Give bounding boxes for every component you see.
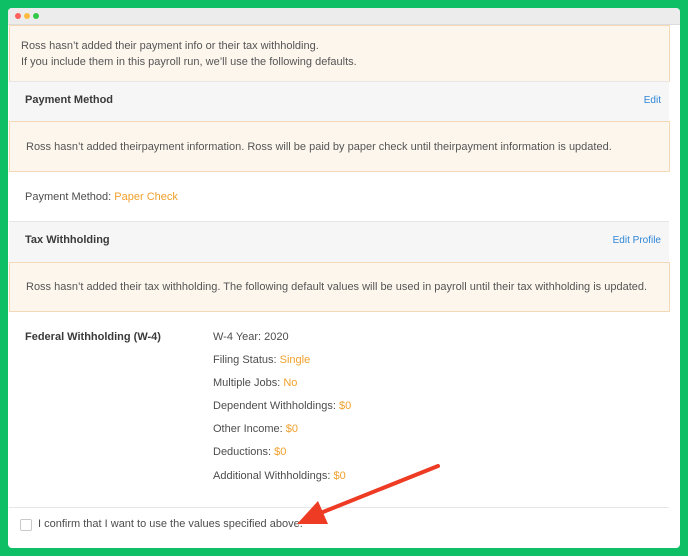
annotation-arrow-icon — [297, 464, 440, 524]
